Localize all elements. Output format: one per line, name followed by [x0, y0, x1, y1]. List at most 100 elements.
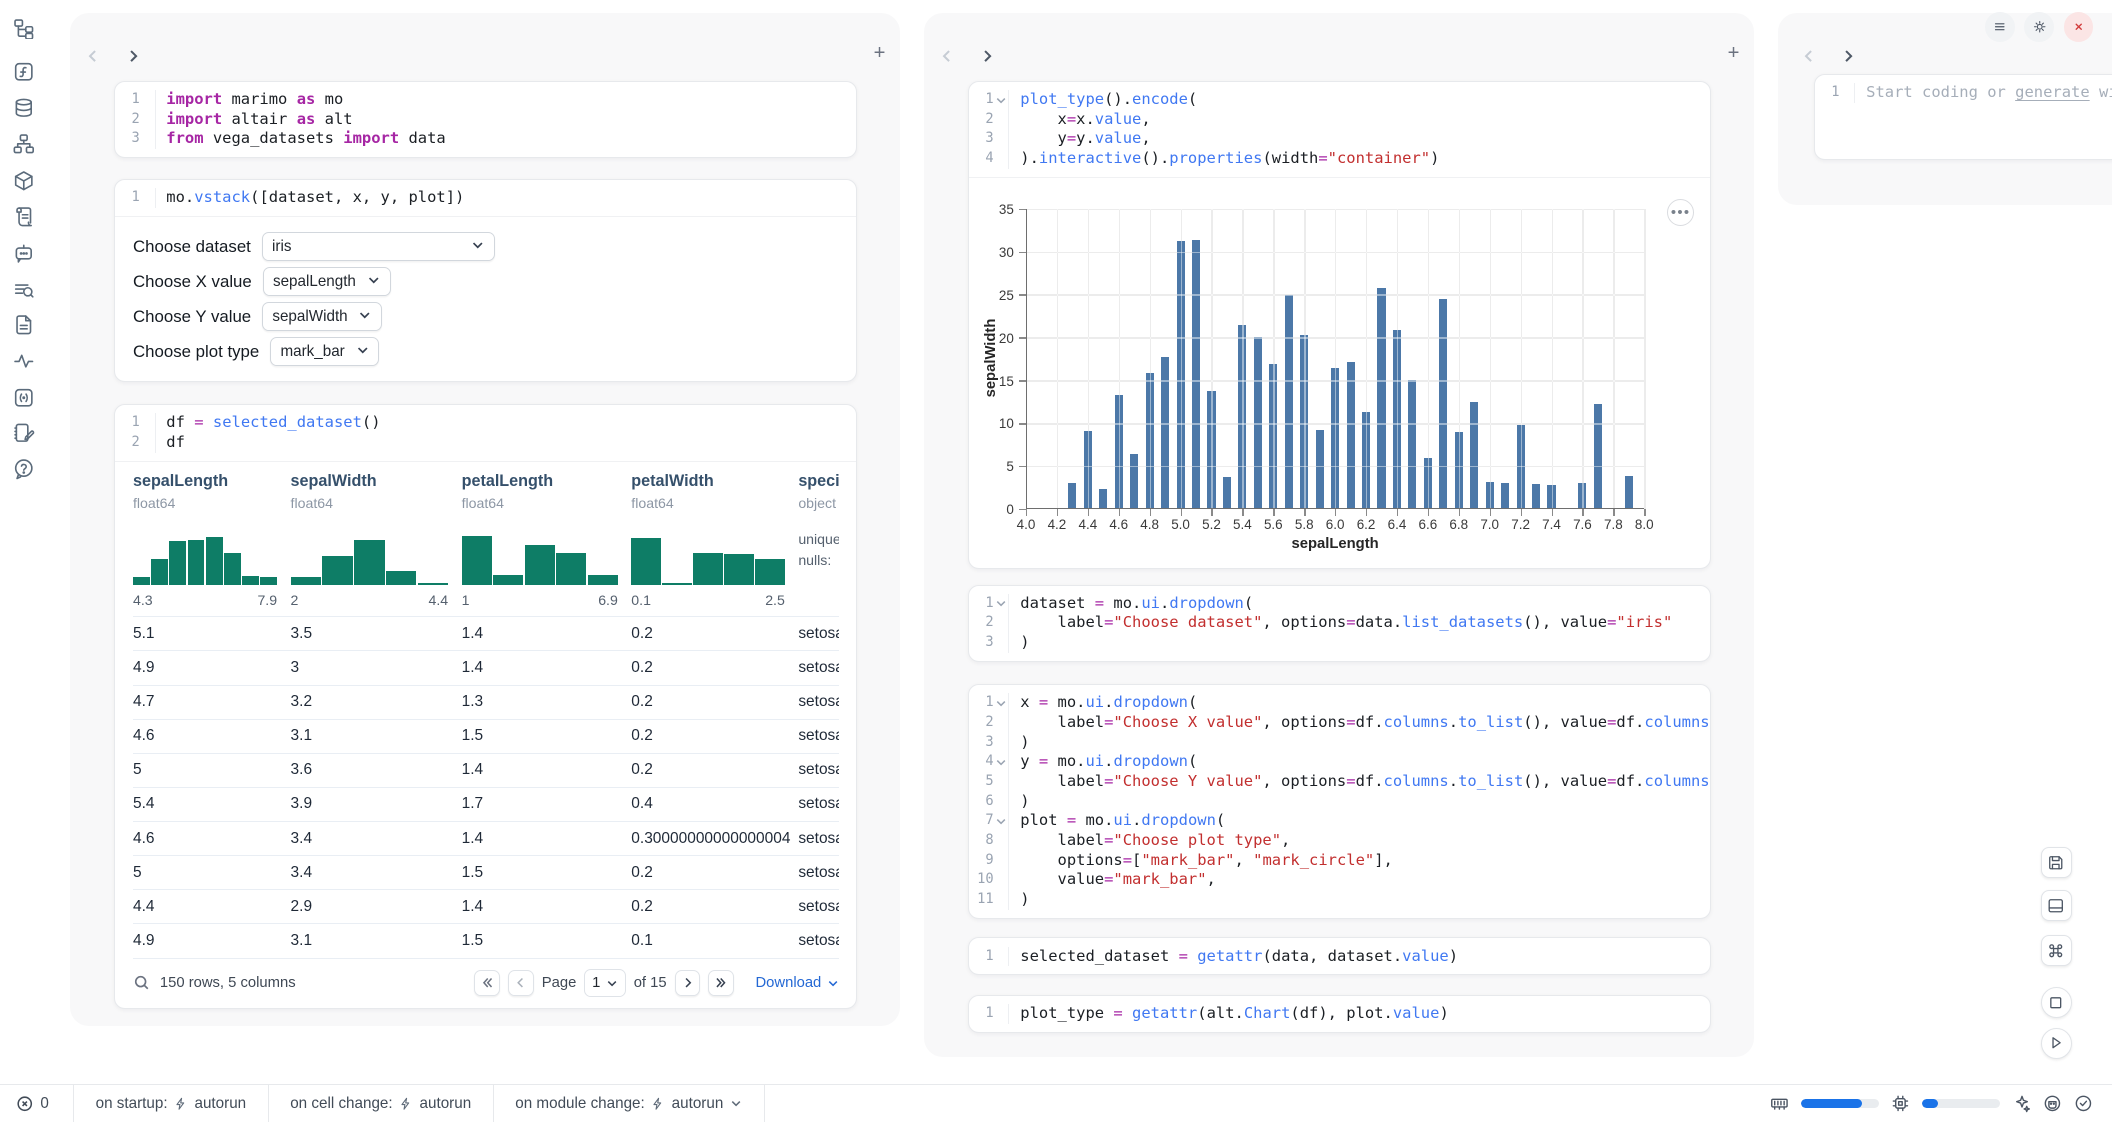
sidebar-item-dependency-graph[interactable] [12, 132, 36, 156]
code-editor[interactable]: 1 Start coding or generate with AI. [1815, 75, 2112, 111]
table-row[interactable]: 4.42.91.40.2setosa [133, 890, 839, 924]
table-column-header[interactable]: sepalWidthfloat6424.4 [291, 472, 462, 608]
code-line[interactable]: 7plot = mo.ui.dropdown( [969, 811, 1710, 831]
cpu-icon-button[interactable] [1891, 1094, 1910, 1113]
connected-icon-button[interactable] [2074, 1094, 2093, 1113]
column-next-button[interactable] [975, 44, 999, 68]
shutdown-button[interactable] [2064, 12, 2094, 42]
column-prev-button[interactable] [1797, 44, 1821, 68]
code-line[interactable]: 1plot_type = getattr(alt.Chart(df), plot… [969, 1004, 1710, 1024]
code-line[interactable]: 3) [969, 633, 1710, 653]
code-line[interactable]: 1x = mo.ui.dropdown( [969, 693, 1710, 713]
sidebar-item-ai-chat[interactable] [12, 241, 36, 265]
code-line[interactable]: 2 label="Choose dataset", options=data.l… [969, 613, 1710, 633]
table-row[interactable]: 4.63.11.50.2setosa [133, 720, 839, 754]
code-line[interactable]: 5 label="Choose Y value", options=df.col… [969, 772, 1710, 792]
code-line[interactable]: 2import altair as alt [115, 110, 856, 130]
column-prev-button[interactable] [935, 44, 959, 68]
table-row[interactable]: 53.41.50.2setosa [133, 856, 839, 890]
code-editor[interactable]: 1x = mo.ui.dropdown(2 label="Choose X va… [969, 685, 1710, 918]
table-row[interactable]: 5.13.51.40.2setosa [133, 617, 839, 651]
search-icon[interactable] [133, 974, 151, 992]
code-line[interactable]: 1selected_dataset = getattr(data, datase… [969, 947, 1710, 967]
dropdown-select[interactable]: sepalLength [263, 267, 391, 296]
fold-caret-icon[interactable] [995, 756, 1007, 768]
add-cell-button[interactable]: + [867, 42, 891, 66]
table-row[interactable]: 4.63.41.40.30000000000000004setosa [133, 822, 839, 856]
code-editor[interactable]: 1plot_type().encode(2 x=x.value,3 y=y.va… [969, 82, 1710, 177]
dropdown-select[interactable]: mark_bar [270, 337, 379, 366]
generate-link[interactable]: generate [2015, 83, 2090, 101]
code-line[interactable]: 9 options=["mark_bar", "mark_circle"], [969, 851, 1710, 871]
code-line[interactable]: 2 x=x.value, [969, 110, 1710, 130]
code-line[interactable]: 11) [969, 890, 1710, 910]
code-editor[interactable]: 1selected_dataset = getattr(data, datase… [969, 938, 1710, 974]
code-line[interactable]: 8 label="Choose plot type", [969, 831, 1710, 851]
memory-icon-button[interactable] [1770, 1094, 1789, 1113]
sidebar-item-console[interactable] [12, 385, 36, 409]
table-column-header[interactable]: petalWidthfloat640.12.5 [631, 472, 798, 608]
code-line[interactable]: 1dataset = mo.ui.dropdown( [969, 594, 1710, 614]
download-button[interactable]: Download [755, 975, 838, 991]
autorun-setting[interactable]: on startup:autorun [74, 1085, 269, 1121]
code-line[interactable]: 2 label="Choose X value", options=df.col… [969, 713, 1710, 733]
last-page-button[interactable] [708, 970, 734, 996]
ai-sparkles-icon-button[interactable] [2012, 1094, 2031, 1113]
table-column-header[interactable]: sepalLengthfloat644.37.9 [133, 472, 291, 608]
fold-caret-icon[interactable] [995, 697, 1007, 709]
code-line[interactable]: 1plot_type().encode( [969, 90, 1710, 110]
first-page-button[interactable] [474, 970, 500, 996]
sidebar-item-packages[interactable] [12, 168, 36, 192]
dropdown-select[interactable]: sepalWidth [262, 302, 382, 331]
prev-page-button[interactable] [508, 970, 534, 996]
code-line[interactable]: 3from vega_datasets import data [115, 129, 856, 149]
sidebar-item-data-sources[interactable] [12, 96, 36, 120]
code-line[interactable]: 1mo.vstack([dataset, x, y, plot]) [115, 188, 856, 208]
fold-caret-icon[interactable] [995, 815, 1007, 827]
fold-caret-icon[interactable] [995, 597, 1007, 609]
column-prev-button[interactable] [81, 44, 105, 68]
page-select[interactable]: 1 [584, 969, 625, 997]
code-editor[interactable]: 1import marimo as mo2import altair as al… [115, 82, 856, 157]
menu-button[interactable] [1985, 12, 2015, 42]
table-column-header[interactable]: speciesobjectunique:nulls: [798, 472, 838, 608]
column-next-button[interactable] [1836, 44, 1860, 68]
table-row[interactable]: 4.931.40.2setosa [133, 651, 839, 685]
code-line[interactable]: 4y = mo.ui.dropdown( [969, 752, 1710, 772]
ai-bot-icon-button[interactable] [2043, 1094, 2062, 1113]
sidebar-item-variables[interactable] [12, 59, 36, 83]
code-editor[interactable]: 1mo.vstack([dataset, x, y, plot]) [115, 180, 856, 216]
error-indicator[interactable]: 0 [0, 1095, 65, 1113]
table-row[interactable]: 5.43.91.70.4setosa [133, 788, 839, 822]
code-editor[interactable]: 1plot_type = getattr(alt.Chart(df), plot… [969, 996, 1710, 1032]
table-column-header[interactable]: petalLengthfloat6416.9 [462, 472, 632, 608]
sidebar-item-scratchpad[interactable] [12, 420, 36, 444]
code-editor[interactable]: 1df = selected_dataset()2df [115, 405, 856, 461]
autorun-setting[interactable]: on module change:autorun [494, 1085, 765, 1121]
chart-actions-button[interactable]: ••• [1667, 199, 1694, 226]
code-line[interactable]: 3) [969, 733, 1710, 753]
save-button[interactable] [2041, 847, 2072, 878]
code-line[interactable]: 6) [969, 792, 1710, 812]
code-line[interactable]: 1import marimo as mo [115, 90, 856, 110]
app-frame-button[interactable] [2041, 987, 2072, 1018]
autorun-setting[interactable]: on cell change:autorun [269, 1085, 494, 1121]
sidebar-item-file-explorer[interactable] [12, 16, 36, 40]
sidebar-item-logs[interactable] [12, 205, 36, 229]
sidebar-item-help[interactable] [12, 457, 36, 481]
next-page-button[interactable] [675, 970, 701, 996]
sidebar-item-documentation[interactable] [12, 312, 36, 336]
code-line[interactable]: 3 y=y.value, [969, 129, 1710, 149]
code-line[interactable]: 10 value="mark_bar", [969, 870, 1710, 890]
run-button[interactable] [2041, 1028, 2072, 1059]
sidebar-item-snippets[interactable] [12, 277, 36, 301]
code-editor[interactable]: 1dataset = mo.ui.dropdown(2 label="Choos… [969, 586, 1710, 661]
dropdown-select[interactable]: iris [262, 232, 496, 261]
keyboard-shortcuts-button[interactable] [2041, 935, 2072, 966]
column-next-button[interactable] [121, 44, 145, 68]
sidebar-item-tracing[interactable] [12, 349, 36, 373]
table-row[interactable]: 4.73.21.30.2setosa [133, 686, 839, 720]
code-line[interactable]: 1df = selected_dataset() [115, 413, 856, 433]
code-line[interactable]: 2df [115, 433, 856, 453]
settings-button[interactable] [2024, 12, 2054, 42]
